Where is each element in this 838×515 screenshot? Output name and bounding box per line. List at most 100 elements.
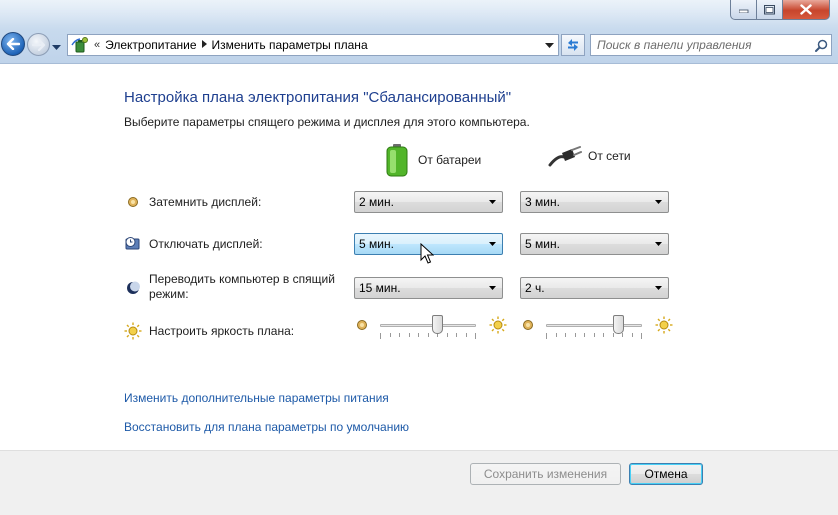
- display-off-plugged-select[interactable]: 5 мин.: [520, 233, 669, 255]
- search-input[interactable]: [597, 38, 811, 52]
- slider-tick: [622, 333, 623, 337]
- chevron-down-icon: [489, 242, 496, 246]
- power-plug-icon: [548, 146, 582, 167]
- search-box[interactable]: [590, 34, 832, 56]
- slider-tick: [632, 333, 633, 337]
- breadcrumb-separator-icon[interactable]: [201, 39, 207, 51]
- sleep-battery-select[interactable]: 15 мин.: [354, 277, 503, 299]
- sleep-row-label: Переводить компьютер в спящий режим:: [124, 272, 335, 302]
- slider-tick: [584, 333, 585, 337]
- minimize-icon: [738, 9, 748, 13]
- slider-tick: [546, 333, 547, 339]
- dim-display-battery-select[interactable]: 2 мин.: [354, 191, 503, 213]
- display-off-battery-value: 5 мин.: [359, 237, 394, 251]
- maximize-icon: [764, 4, 775, 14]
- slider-track[interactable]: [546, 324, 642, 327]
- search-icon[interactable]: [811, 39, 831, 52]
- mouse-cursor-icon: [420, 243, 434, 264]
- battery-column-label: От батареи: [418, 153, 482, 167]
- slider-thumb[interactable]: [612, 315, 624, 334]
- sleep-label-line1: Переводить компьютер в спящий: [149, 272, 335, 286]
- dim-display-label: Затемнить дисплей:: [149, 195, 262, 209]
- brightness-row-label: Настроить яркость плана:: [124, 322, 294, 340]
- dim-display-row-label: Затемнить дисплей:: [124, 193, 261, 211]
- advanced-settings-link[interactable]: Изменить дополнительные параметры питани…: [124, 391, 389, 405]
- page-subtitle: Выберите параметры спящего режима и дисп…: [124, 115, 530, 129]
- address-bar[interactable]: « Электропитание Изменить параметры план…: [67, 34, 559, 56]
- battery-icon: [386, 144, 408, 177]
- dim-display-battery-value: 2 мин.: [359, 195, 394, 209]
- slider-tick: [556, 333, 557, 337]
- plugged-column-header: От сети: [548, 143, 631, 169]
- close-icon: [800, 4, 812, 15]
- cancel-button[interactable]: Отмена: [629, 463, 703, 485]
- chevron-down-icon: [655, 200, 662, 204]
- slider-tick: [447, 333, 448, 337]
- moon-icon: [124, 279, 142, 297]
- caption-buttons: [730, 0, 830, 20]
- power-options-icon: [71, 37, 88, 53]
- chevron-down-icon: [489, 200, 496, 204]
- slider-tick: [466, 333, 467, 337]
- chevron-down-icon: [655, 242, 662, 246]
- battery-column-header: От батареи: [384, 143, 481, 177]
- sleep-battery-value: 15 мин.: [359, 281, 401, 295]
- slider-track[interactable]: [380, 324, 476, 327]
- slider-thumb[interactable]: [432, 315, 444, 334]
- breadcrumb-overflow-icon[interactable]: «: [94, 39, 100, 51]
- restore-defaults-link[interactable]: Восстановить для плана параметры по умол…: [124, 420, 409, 434]
- brightness-plugged-slider[interactable]: [522, 313, 673, 339]
- arrow-left-icon: [6, 38, 20, 50]
- dim-display-plugged-value: 3 мин.: [525, 195, 560, 209]
- sun-icon: [489, 316, 507, 334]
- window-chrome: « Электропитание Изменить параметры план…: [0, 0, 838, 64]
- minimize-button[interactable]: [730, 0, 757, 20]
- sleep-label-line2: режим:: [149, 287, 189, 301]
- footer: Сохранить изменения Отмена: [0, 450, 838, 515]
- maximize-button[interactable]: [757, 0, 783, 20]
- display-clock-icon: [124, 235, 142, 253]
- sun-icon: [655, 316, 673, 334]
- slider-tick: [399, 333, 400, 337]
- slider-tick: [613, 333, 614, 337]
- chevron-down-icon: [489, 286, 496, 290]
- forward-button[interactable]: [27, 33, 50, 56]
- chevron-down-icon: [52, 45, 61, 50]
- slider-tick: [641, 333, 642, 339]
- plugged-column-label: От сети: [588, 149, 631, 163]
- slider-ticks: [380, 333, 476, 339]
- breadcrumb-power-options[interactable]: Электропитание: [105, 38, 196, 52]
- slider-tick: [594, 333, 595, 337]
- brightness-battery-slider[interactable]: [356, 313, 507, 339]
- dim-brightness-icon: [523, 320, 533, 330]
- chevron-down-icon: [544, 42, 554, 48]
- display-off-plugged-value: 5 мин.: [525, 237, 560, 251]
- sun-icon: [124, 322, 142, 340]
- dim-brightness-icon: [357, 320, 367, 330]
- slider-tick: [380, 333, 381, 339]
- slider-tick: [475, 333, 476, 339]
- history-dropdown[interactable]: [52, 40, 61, 54]
- sleep-plugged-select[interactable]: 2 ч.: [520, 277, 669, 299]
- sleep-plugged-value: 2 ч.: [525, 281, 545, 295]
- slider-tick: [575, 333, 576, 337]
- chevron-down-icon: [655, 286, 662, 290]
- display-off-row-label: Отключать дисплей:: [124, 235, 263, 253]
- dim-brightness-icon: [124, 193, 142, 211]
- refresh-icon: [568, 39, 578, 51]
- slider-tick: [409, 333, 410, 337]
- content-pane: Настройка плана электропитания "Сбаланси…: [0, 65, 838, 450]
- display-off-label: Отключать дисплей:: [149, 237, 263, 251]
- breadcrumb-edit-plan[interactable]: Изменить параметры плана: [212, 38, 368, 52]
- slider-tick: [456, 333, 457, 337]
- close-button[interactable]: [783, 0, 830, 20]
- refresh-button[interactable]: [561, 34, 585, 56]
- back-button[interactable]: [1, 32, 25, 56]
- save-changes-button[interactable]: Сохранить изменения: [470, 463, 621, 485]
- dim-display-plugged-select[interactable]: 3 мин.: [520, 191, 669, 213]
- slider-ticks: [546, 333, 642, 339]
- slider-tick: [603, 333, 604, 337]
- address-dropdown[interactable]: [540, 35, 558, 55]
- arrow-right-icon: [31, 38, 45, 51]
- page-title: Настройка плана электропитания "Сбаланси…: [124, 89, 512, 106]
